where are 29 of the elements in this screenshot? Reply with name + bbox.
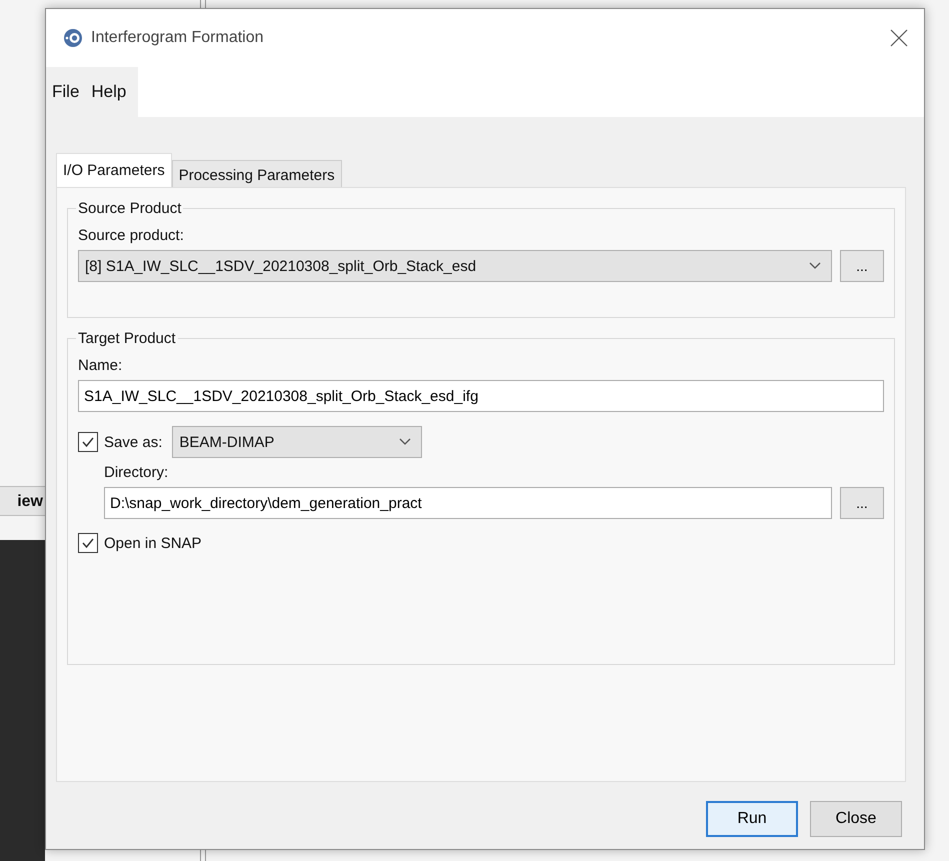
tab[interactable]: Processing Parameters: [172, 160, 342, 187]
run-button[interactable]: Run: [706, 801, 798, 837]
name-input[interactable]: S1A_IW_SLC__1SDV_20210308_split_Orb_Stack_esd_ifg: [78, 380, 884, 412]
checkbox[interactable]: [78, 432, 98, 452]
menu-item[interactable]: File: [52, 82, 80, 102]
format-dropdown[interactable]: BEAM-DIMAP: [172, 426, 422, 458]
window-title: Interferogram Formation: [91, 29, 264, 47]
directory-input[interactable]: D:\snap_work_directory\dem_generation_pract: [104, 487, 832, 519]
app-logo-icon: [63, 28, 83, 48]
close-icon[interactable]: [890, 29, 908, 47]
checkbox-label: Open in SNAP: [104, 534, 202, 552]
chevron-down-icon: [809, 262, 821, 270]
checkbox[interactable]: [78, 533, 98, 553]
check-mark-icon: [81, 536, 95, 550]
group-title: Target Product: [77, 330, 177, 347]
check-mark-icon: [81, 435, 95, 449]
checkbox-label: Save as:: [104, 434, 162, 450]
field-label: Directory:: [104, 464, 170, 481]
browse-button[interactable]: ...: [840, 250, 884, 282]
group-title: Source Product: [77, 200, 182, 217]
field-label: Source product:: [78, 227, 185, 244]
source-product-dropdown[interactable]: [8] S1A_IW_SLC__1SDV_20210308_split_Orb_Stack_esd: [78, 250, 832, 282]
field-label: Name:: [78, 357, 124, 374]
panel-tab[interactable]: iew: [0, 486, 45, 516]
browse-button[interactable]: ...: [840, 487, 884, 519]
menu-item[interactable]: Help: [91, 82, 126, 102]
chevron-down-icon: [399, 438, 412, 446]
tab[interactable]: I/O Parameters: [56, 153, 172, 187]
close-button[interactable]: Close: [810, 801, 902, 837]
